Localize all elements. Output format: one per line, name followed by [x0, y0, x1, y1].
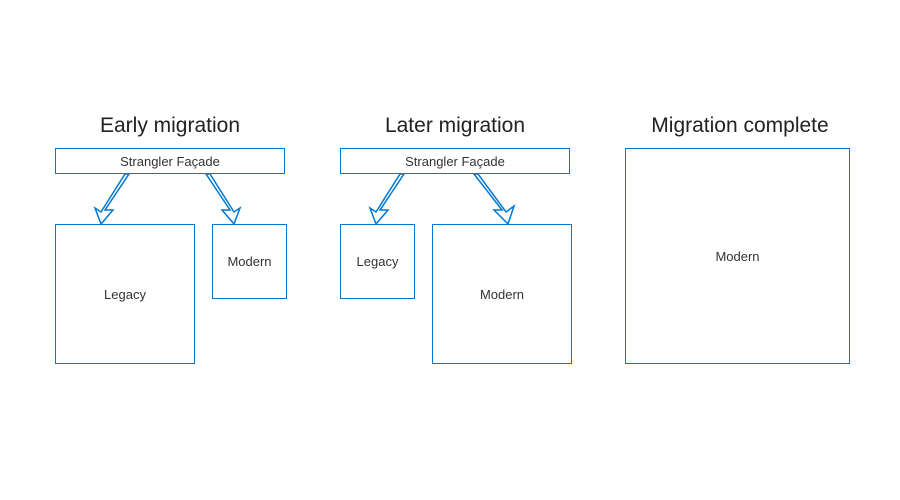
legacy-box-early: Legacy — [55, 224, 195, 364]
arrow-early-to-legacy — [95, 174, 135, 226]
modern-label-complete: Modern — [715, 249, 759, 264]
modern-box-later: Modern — [432, 224, 572, 364]
stage-title-later: Later migration — [340, 114, 570, 138]
facade-box-later: Strangler Façade — [340, 148, 570, 174]
stage-title-complete: Migration complete — [625, 114, 855, 138]
modern-label-later: Modern — [480, 287, 524, 302]
modern-box-complete: Modern — [625, 148, 850, 364]
facade-label-later: Strangler Façade — [405, 154, 505, 169]
arrow-early-to-modern — [200, 174, 242, 226]
legacy-box-later: Legacy — [340, 224, 415, 299]
modern-label-early: Modern — [227, 254, 271, 269]
legacy-label-later: Legacy — [357, 254, 399, 269]
stage-title-early: Early migration — [55, 114, 285, 138]
arrow-later-to-modern — [468, 174, 516, 226]
arrow-later-to-legacy — [370, 174, 410, 226]
facade-label-early: Strangler Façade — [120, 154, 220, 169]
legacy-label-early: Legacy — [104, 287, 146, 302]
modern-box-early: Modern — [212, 224, 287, 299]
facade-box-early: Strangler Façade — [55, 148, 285, 174]
